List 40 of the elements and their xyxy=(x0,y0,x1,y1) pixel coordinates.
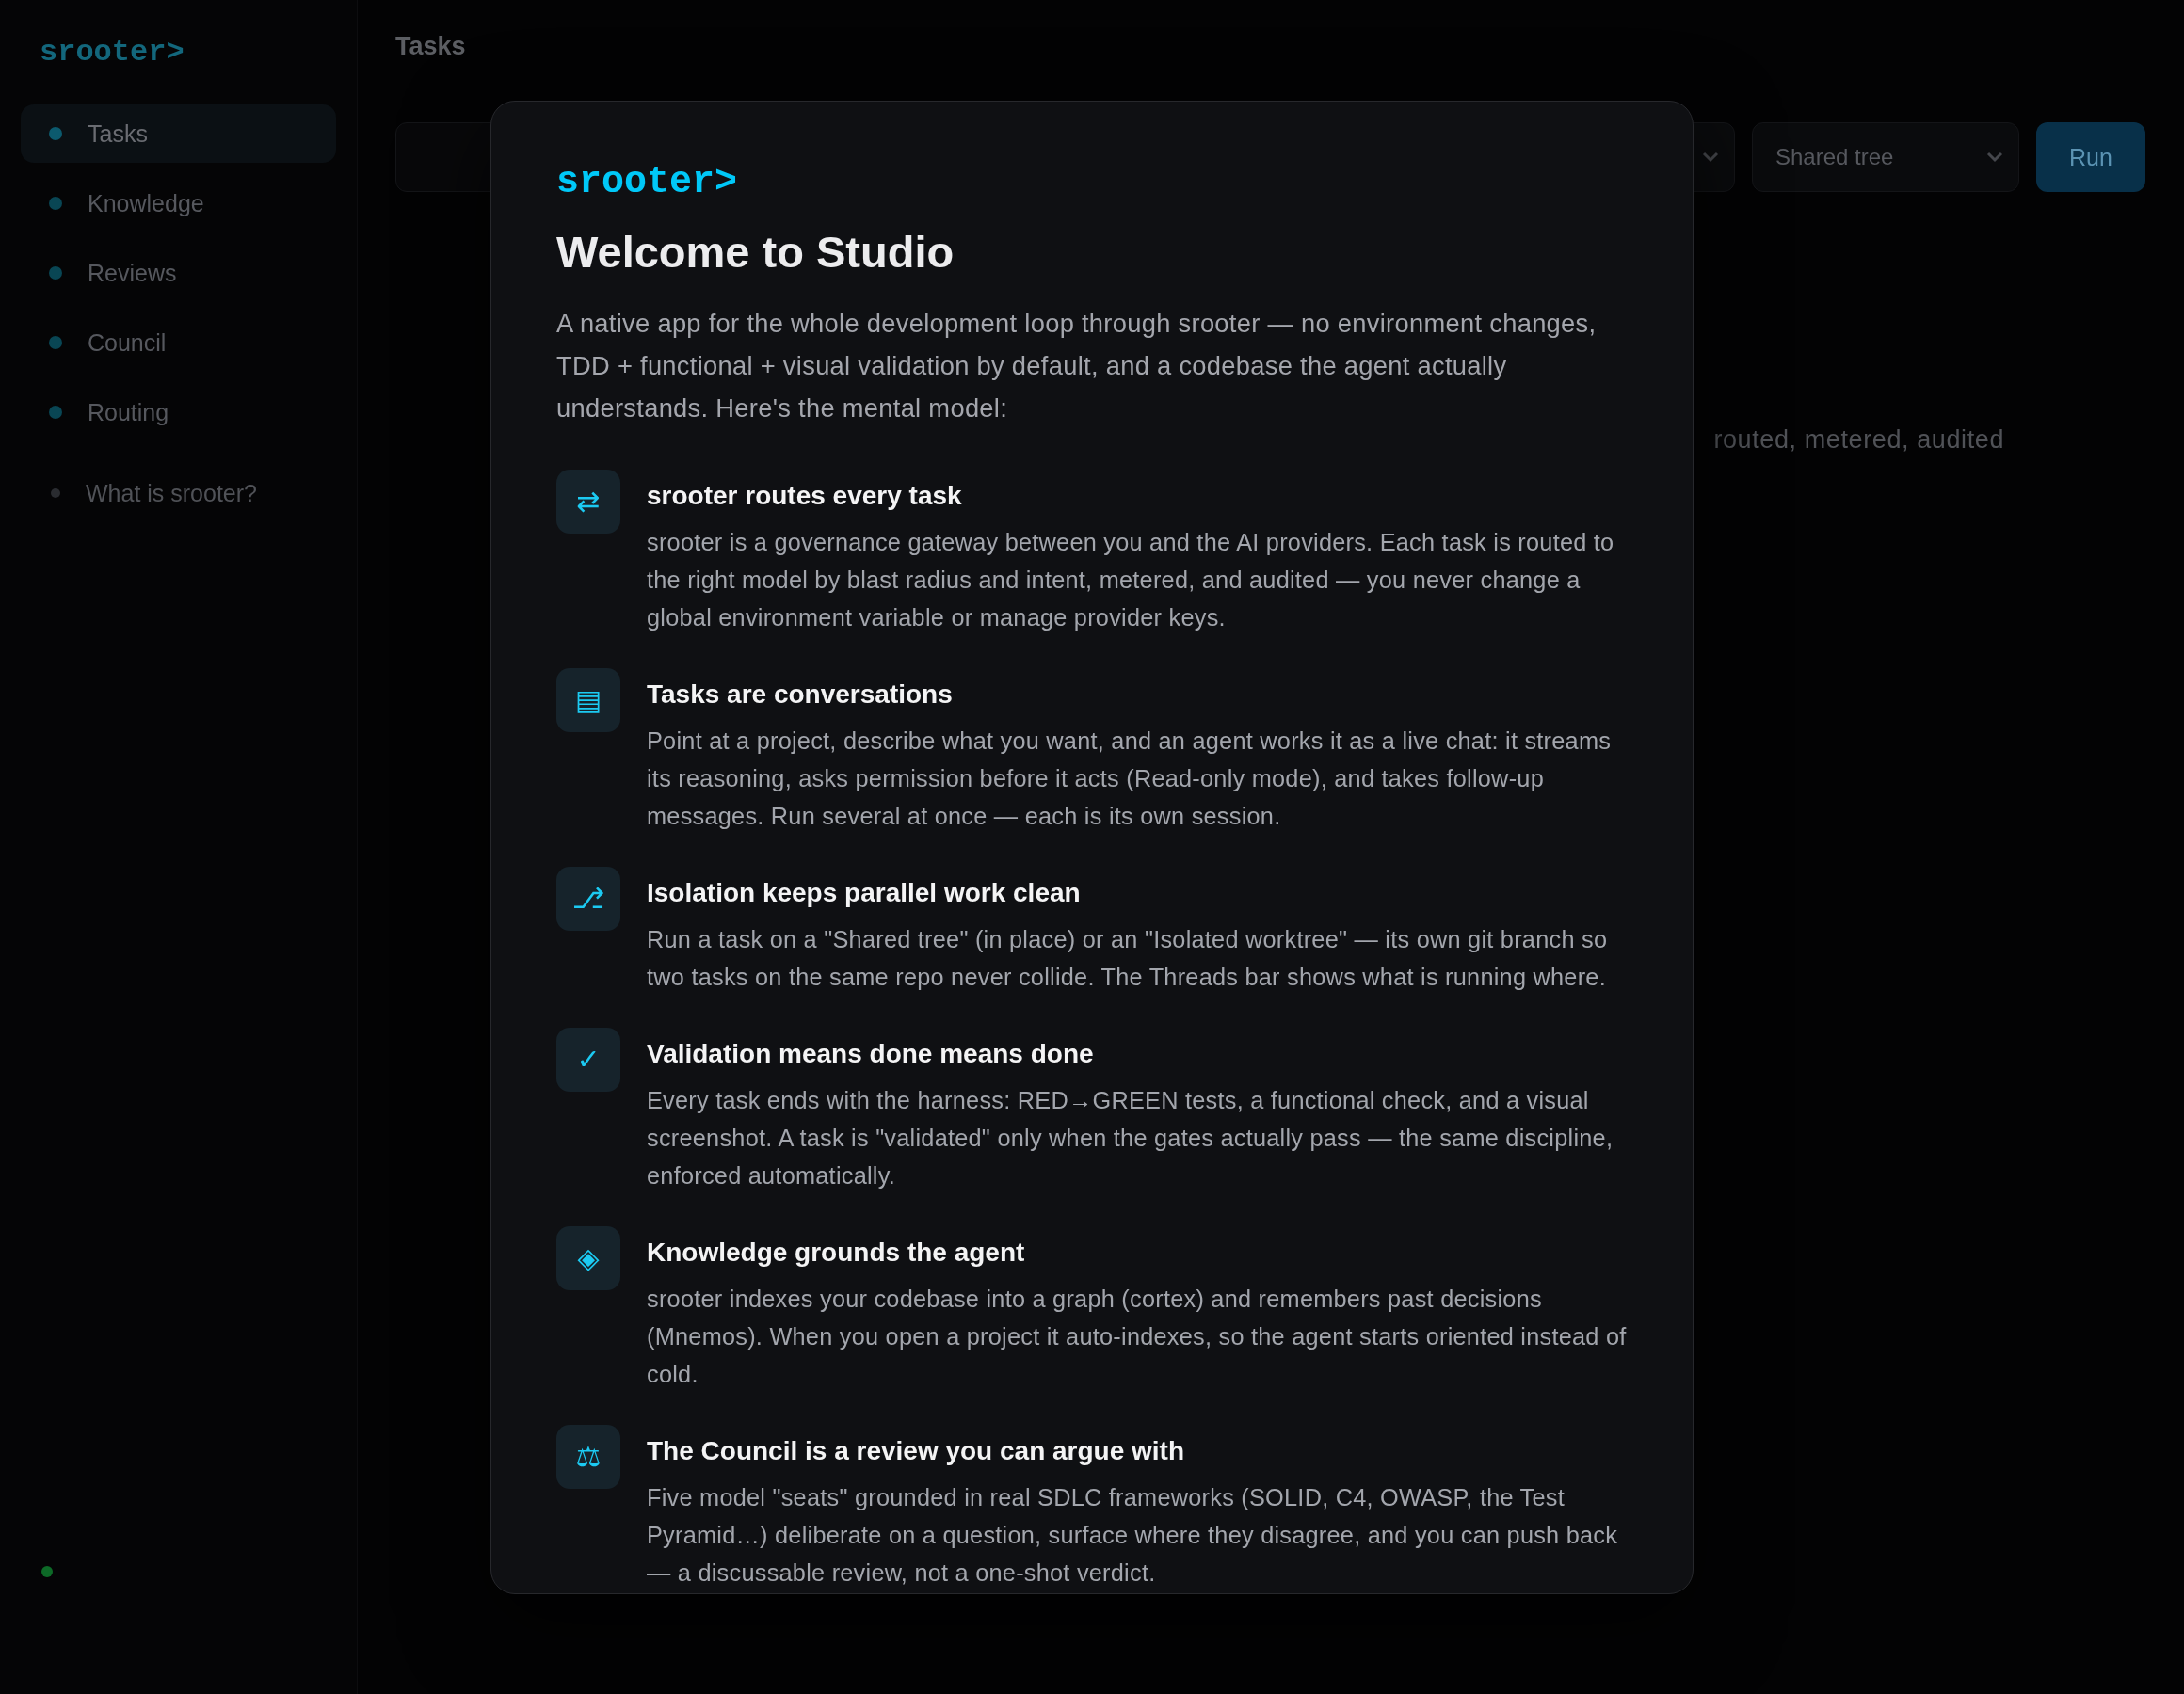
item-title: Isolation keeps parallel work clean xyxy=(647,876,1081,909)
item-title: Tasks are conversations xyxy=(647,678,953,711)
branch-icon: ⎇ xyxy=(556,866,620,931)
striped-square-icon: ▤ xyxy=(556,667,620,732)
caret-icon xyxy=(1702,152,1719,163)
sidebar-item[interactable]: Council xyxy=(21,313,336,372)
item-title: Knowledge grounds the agent xyxy=(647,1236,1025,1269)
item-title: srooter routes every task xyxy=(647,479,962,512)
note-text: routed, metered, audited xyxy=(1713,424,2004,455)
item-description: Every task ends with the harness: RED→GREEN tests, a functional check, and a visual screenshot. A task is "validated" only when the gates actually pass — the same discipline, enforced automatically. xyxy=(647,1085,1614,1191)
dot-icon xyxy=(49,127,62,140)
caret-icon xyxy=(1986,152,2003,163)
dialog-title: Welcome to Studio xyxy=(556,225,955,279)
item-description: srooter is a governance gateway between you and the AI providers. Each task is routed to the right model by blast radius and intent, metered, and audited — you never change a global environment variable or manage provider keys. xyxy=(647,527,1615,632)
item-title: Validation means done means done xyxy=(647,1037,1094,1070)
sidebar-item[interactable]: Tasks xyxy=(21,104,336,163)
item-description: Run a task on a "Shared tree" (in place) or an "Isolated worktree" — its own git branch so two tasks on the same repo never collide. The Threads bar shows what is running where. xyxy=(647,924,1609,992)
dot-icon xyxy=(49,406,62,419)
logo: srooter> xyxy=(556,161,738,203)
dot-icon xyxy=(49,336,62,349)
sidebar-item[interactable]: Reviews xyxy=(21,244,336,302)
swap-arrows-icon: ⇄ xyxy=(556,469,620,534)
dot-icon xyxy=(49,266,62,280)
help-link[interactable]: What is srooter? xyxy=(51,464,257,522)
item-description: Point at a project, describe what you want, and an agent works it as a live chat: it streams its reasoning, asks permission before it acts (Read-only mode), and takes follow-up messages. Run several at once — each is its own session. xyxy=(647,726,1613,831)
item-title: The Council is a review you can argue with xyxy=(647,1434,1185,1467)
check-icon: ✓ xyxy=(556,1027,620,1092)
dot-icon xyxy=(51,488,60,498)
sidebar-item[interactable]: Routing xyxy=(21,383,336,441)
sidebar-item[interactable]: Knowledge xyxy=(21,174,336,232)
sidebar-logo: srooter> xyxy=(39,34,185,72)
dot-icon xyxy=(49,197,62,210)
intro-text: A native app for the whole development loop through srooter — no environment changes, TDD + functional + visual validation by default, and a codebase the agent actually understands. Here's the mental model: xyxy=(556,307,1598,424)
scales-icon: ⚖ xyxy=(556,1424,620,1489)
status-dot-icon xyxy=(41,1566,53,1577)
item-description: srooter indexes your codebase into a graph (cortex) and remembers past decisions (Mnemos). When you open a project it auto-indexes, so the agent starts oriented instead of cold. xyxy=(647,1284,1628,1389)
run-button[interactable]: Run xyxy=(2036,122,2145,192)
page-title: Tasks xyxy=(395,31,466,62)
item-description: Five model "seats" grounded in real SDLC frameworks (SOLID, C4, OWASP, the Test Pyramid…) deliberate on a question, surface where they disagree, and you can push back — a discussable review, not a one-shot verdict. xyxy=(647,1482,1619,1588)
select-field[interactable]: Shared tree xyxy=(1752,122,2019,192)
